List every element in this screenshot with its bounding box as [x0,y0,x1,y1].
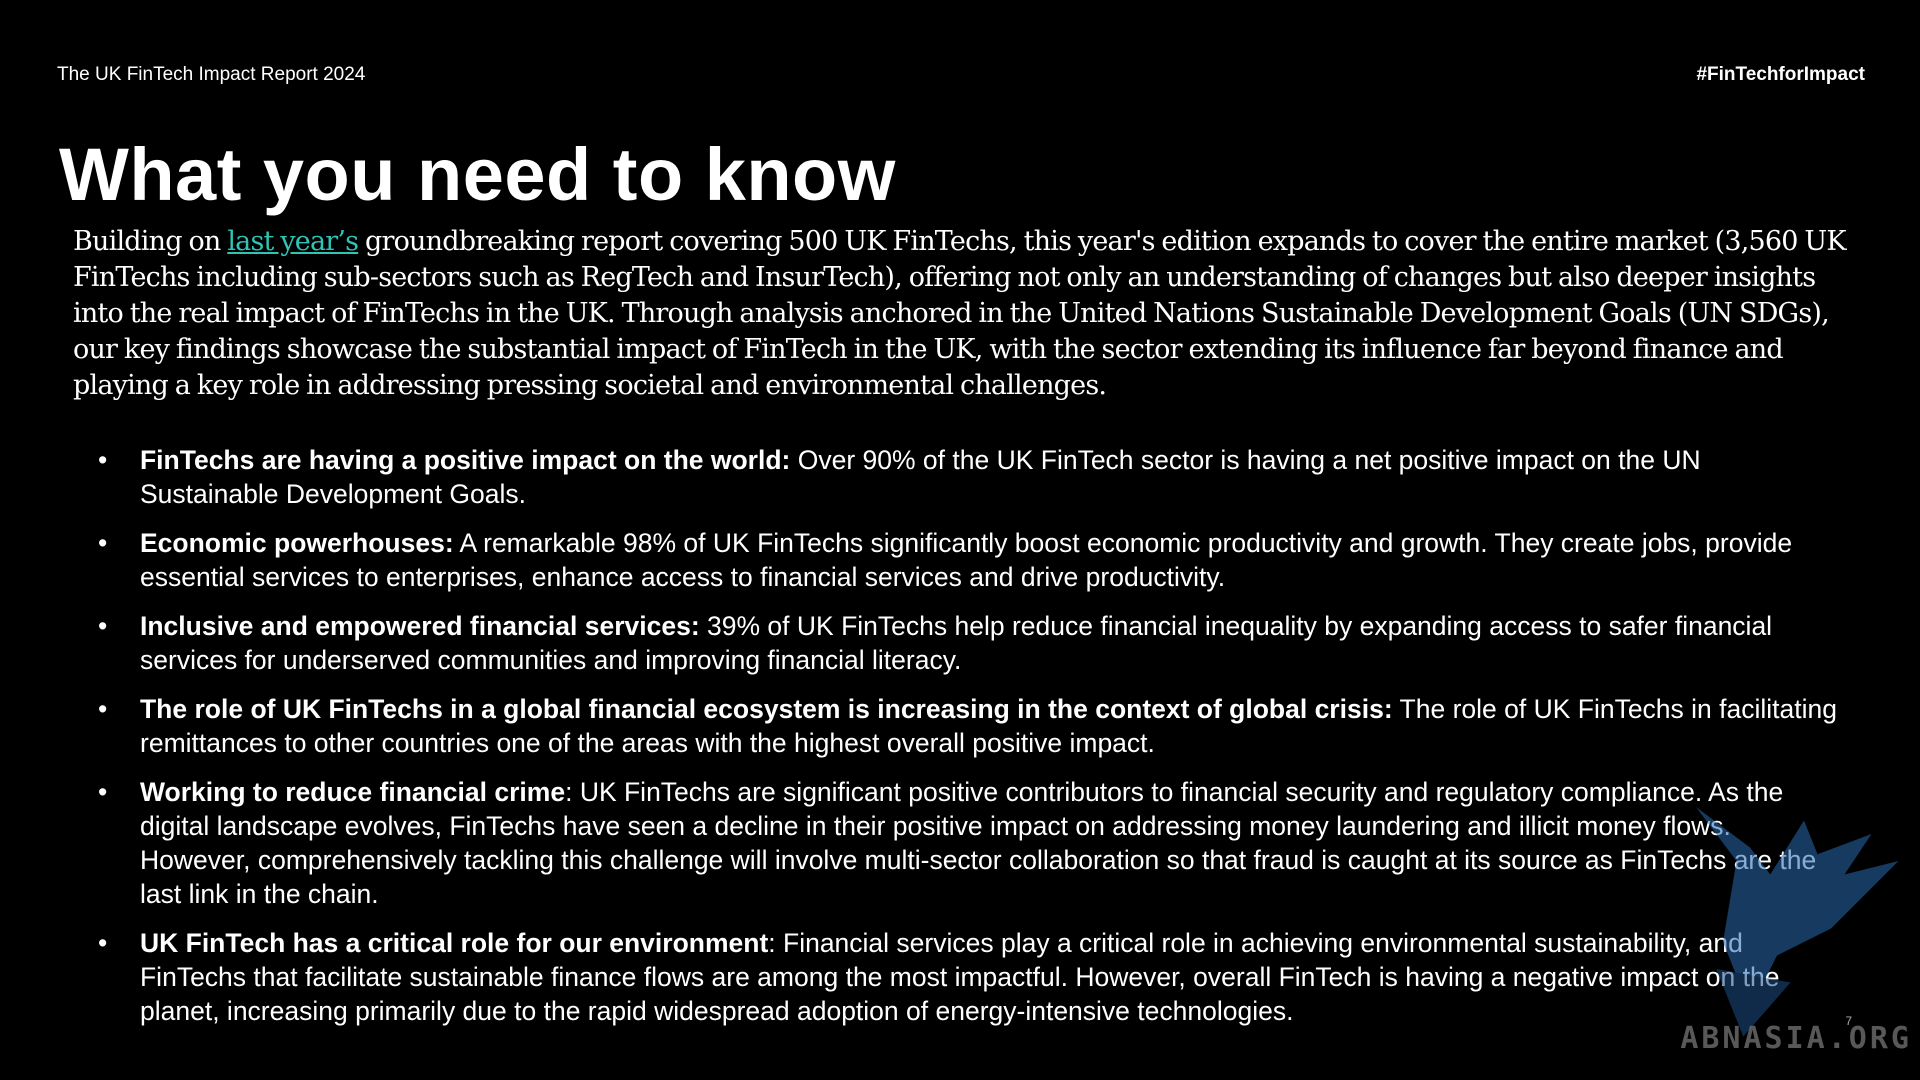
finding-heading: Economic powerhouses: [140,528,454,558]
bullet-icon: • [98,528,108,558]
page-title: What you need to know [59,133,896,216]
bullet-icon: • [98,694,108,724]
finding-item: • UK FinTech has a critical role for our… [98,926,1838,1028]
finding-item: • Inclusive and empowered financial serv… [98,609,1838,677]
eagle-logo-icon [1696,807,1899,1037]
watermark-text: ABNASIA.ORG [1680,1021,1912,1056]
finding-heading: Working to reduce financial crime [140,777,566,807]
last-year-report-link[interactable]: last year’s [227,226,359,257]
bullet-icon: • [98,611,108,641]
bullet-icon: • [98,928,108,958]
finding-heading: The role of UK FinTechs in a global fina… [140,694,1393,724]
page-number: 7 [1845,1014,1852,1028]
key-findings-list: • FinTechs are having a positive impact … [98,443,1838,1043]
bullet-icon: • [98,445,108,475]
finding-item: • Economic powerhouses: A remarkable 98%… [98,526,1838,594]
report-title: The UK FinTech Impact Report 2024 [57,64,366,85]
intro-text-start: Building on [73,226,228,257]
finding-item: • FinTechs are having a positive impact … [98,443,1838,511]
finding-heading: Inclusive and empowered financial servic… [140,611,700,641]
hashtag: #FinTechforImpact [1696,64,1865,85]
finding-heading: FinTechs are having a positive impact on… [140,445,791,475]
finding-item: • Working to reduce financial crime: UK … [98,775,1838,911]
intro-paragraph: Building on last year’s groundbreaking r… [73,224,1863,404]
bullet-icon: • [98,777,108,807]
finding-item: • The role of UK FinTechs in a global fi… [98,692,1838,760]
finding-heading: UK FinTech has a critical role for our e… [140,928,769,958]
